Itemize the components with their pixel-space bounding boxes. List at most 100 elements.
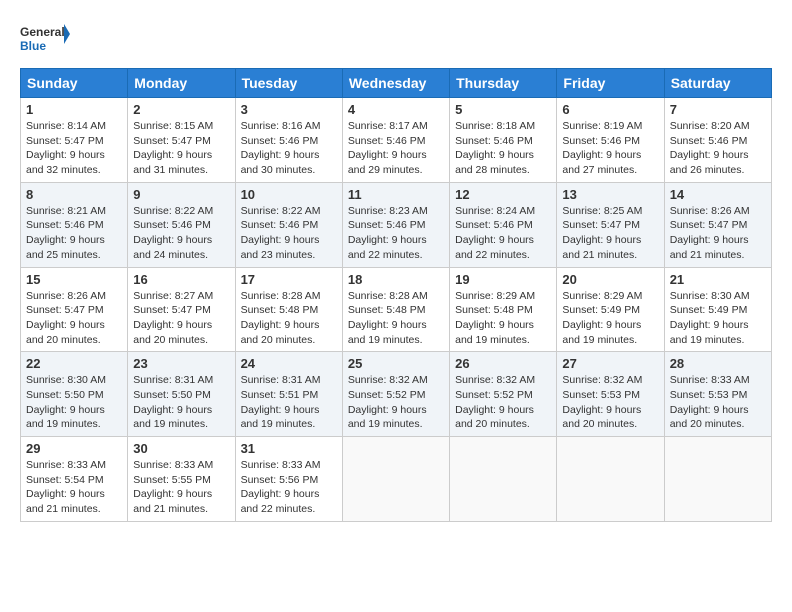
page-wrapper: General Blue SundayMondayTuesdayWednesda… bbox=[20, 20, 772, 522]
day-info: Sunrise: 8:20 AM Sunset: 5:46 PM Dayligh… bbox=[670, 119, 766, 178]
day-number: 19 bbox=[455, 272, 551, 287]
calendar-cell: 24Sunrise: 8:31 AM Sunset: 5:51 PM Dayli… bbox=[235, 352, 342, 437]
calendar-week-1: 1 Sunrise: 8:14 AM Sunset: 5:47 PM Daylig… bbox=[21, 98, 772, 183]
day-info: Sunrise: 8:27 AM Sunset: 5:47 PM Dayligh… bbox=[133, 289, 229, 348]
day-info: Sunrise: 8:28 AM Sunset: 5:48 PM Dayligh… bbox=[241, 289, 337, 348]
day-number: 30 bbox=[133, 441, 229, 456]
calendar-cell: 18 Sunrise: 8:28 AM Sunset: 5:48 PM Dayli… bbox=[342, 267, 449, 352]
day-info: Sunrise: 8:25 AM Sunset: 5:47 PM Dayligh… bbox=[562, 204, 658, 263]
calendar-week-3: 15 Sunrise: 8:26 AM Sunset: 5:47 PM Dayli… bbox=[21, 267, 772, 352]
calendar-week-5: 29 Sunrise: 8:33 AM Sunset: 5:54 PM Dayli… bbox=[21, 437, 772, 522]
svg-text:General: General bbox=[20, 25, 65, 39]
calendar-cell: 10 Sunrise: 8:22 AM Sunset: 5:46 PM Dayli… bbox=[235, 182, 342, 267]
calendar-cell: 27 Sunrise: 8:32 AM Sunset: 5:53 PM Dayli… bbox=[557, 352, 664, 437]
day-info: Sunrise: 8:19 AM Sunset: 5:46 PM Dayligh… bbox=[562, 119, 658, 178]
day-number: 4 bbox=[348, 102, 444, 117]
day-info: Sunrise: 8:32 AM Sunset: 5:52 PM Dayligh… bbox=[348, 373, 444, 432]
calendar-cell bbox=[557, 437, 664, 522]
day-info: Sunrise: 8:16 AM Sunset: 5:46 PM Dayligh… bbox=[241, 119, 337, 178]
calendar-week-4: 22 Sunrise: 8:30 AM Sunset: 5:50 PM Dayli… bbox=[21, 352, 772, 437]
svg-text:Blue: Blue bbox=[20, 39, 46, 53]
day-number: 11 bbox=[348, 187, 444, 202]
calendar-cell: 22 Sunrise: 8:30 AM Sunset: 5:50 PM Dayli… bbox=[21, 352, 128, 437]
calendar-cell: 30 Sunrise: 8:33 AM Sunset: 5:55 PM Dayli… bbox=[128, 437, 235, 522]
day-number: 27 bbox=[562, 356, 658, 371]
day-number: 22 bbox=[26, 356, 122, 371]
calendar-cell: 6 Sunrise: 8:19 AM Sunset: 5:46 PM Daylig… bbox=[557, 98, 664, 183]
day-number: 5 bbox=[455, 102, 551, 117]
day-info: Sunrise: 8:26 AM Sunset: 5:47 PM Dayligh… bbox=[670, 204, 766, 263]
day-info: Sunrise: 8:21 AM Sunset: 5:46 PM Dayligh… bbox=[26, 204, 122, 263]
day-number: 18 bbox=[348, 272, 444, 287]
calendar-cell: 5 Sunrise: 8:18 AM Sunset: 5:46 PM Daylig… bbox=[450, 98, 557, 183]
day-number: 24 bbox=[241, 356, 337, 371]
calendar-cell: 4 Sunrise: 8:17 AM Sunset: 5:46 PM Daylig… bbox=[342, 98, 449, 183]
day-number: 26 bbox=[455, 356, 551, 371]
day-number: 10 bbox=[241, 187, 337, 202]
day-number: 9 bbox=[133, 187, 229, 202]
calendar-cell: 25Sunrise: 8:32 AM Sunset: 5:52 PM Dayli… bbox=[342, 352, 449, 437]
day-info: Sunrise: 8:18 AM Sunset: 5:46 PM Dayligh… bbox=[455, 119, 551, 178]
day-number: 21 bbox=[670, 272, 766, 287]
day-info: Sunrise: 8:31 AM Sunset: 5:50 PM Dayligh… bbox=[133, 373, 229, 432]
day-number: 29 bbox=[26, 441, 122, 456]
calendar-cell: 14 Sunrise: 8:26 AM Sunset: 5:47 PM Dayli… bbox=[664, 182, 771, 267]
calendar-cell: 3 Sunrise: 8:16 AM Sunset: 5:46 PM Daylig… bbox=[235, 98, 342, 183]
calendar-cell: 21 Sunrise: 8:30 AM Sunset: 5:49 PM Dayli… bbox=[664, 267, 771, 352]
weekday-header-tuesday: Tuesday bbox=[235, 69, 342, 98]
day-info: Sunrise: 8:33 AM Sunset: 5:54 PM Dayligh… bbox=[26, 458, 122, 517]
weekday-header-saturday: Saturday bbox=[664, 69, 771, 98]
day-number: 17 bbox=[241, 272, 337, 287]
day-number: 28 bbox=[670, 356, 766, 371]
day-info: Sunrise: 8:30 AM Sunset: 5:50 PM Dayligh… bbox=[26, 373, 122, 432]
day-info: Sunrise: 8:14 AM Sunset: 5:47 PM Dayligh… bbox=[26, 119, 122, 178]
day-info: Sunrise: 8:29 AM Sunset: 5:48 PM Dayligh… bbox=[455, 289, 551, 348]
calendar-cell: 13 Sunrise: 8:25 AM Sunset: 5:47 PM Dayli… bbox=[557, 182, 664, 267]
day-info: Sunrise: 8:33 AM Sunset: 5:56 PM Dayligh… bbox=[241, 458, 337, 517]
day-number: 6 bbox=[562, 102, 658, 117]
day-number: 8 bbox=[26, 187, 122, 202]
weekday-header-wednesday: Wednesday bbox=[342, 69, 449, 98]
calendar-cell: 1 Sunrise: 8:14 AM Sunset: 5:47 PM Daylig… bbox=[21, 98, 128, 183]
calendar-cell: 26 Sunrise: 8:32 AM Sunset: 5:52 PM Dayli… bbox=[450, 352, 557, 437]
calendar-cell bbox=[664, 437, 771, 522]
calendar-cell: 7 Sunrise: 8:20 AM Sunset: 5:46 PM Daylig… bbox=[664, 98, 771, 183]
header: General Blue bbox=[20, 20, 772, 60]
calendar-cell: 9 Sunrise: 8:22 AM Sunset: 5:46 PM Daylig… bbox=[128, 182, 235, 267]
day-info: Sunrise: 8:33 AM Sunset: 5:55 PM Dayligh… bbox=[133, 458, 229, 517]
calendar-cell: 2Sunrise: 8:15 AM Sunset: 5:47 PM Daylig… bbox=[128, 98, 235, 183]
calendar-cell: 28 Sunrise: 8:33 AM Sunset: 5:53 PM Dayli… bbox=[664, 352, 771, 437]
weekday-header-friday: Friday bbox=[557, 69, 664, 98]
calendar-cell: 12Sunrise: 8:24 AM Sunset: 5:46 PM Dayli… bbox=[450, 182, 557, 267]
day-info: Sunrise: 8:17 AM Sunset: 5:46 PM Dayligh… bbox=[348, 119, 444, 178]
weekday-header-thursday: Thursday bbox=[450, 69, 557, 98]
day-number: 7 bbox=[670, 102, 766, 117]
day-number: 15 bbox=[26, 272, 122, 287]
day-number: 12 bbox=[455, 187, 551, 202]
calendar: SundayMondayTuesdayWednesdayThursdayFrid… bbox=[20, 68, 772, 522]
calendar-week-2: 8 Sunrise: 8:21 AM Sunset: 5:46 PM Daylig… bbox=[21, 182, 772, 267]
day-number: 20 bbox=[562, 272, 658, 287]
day-info: Sunrise: 8:23 AM Sunset: 5:46 PM Dayligh… bbox=[348, 204, 444, 263]
day-info: Sunrise: 8:33 AM Sunset: 5:53 PM Dayligh… bbox=[670, 373, 766, 432]
day-info: Sunrise: 8:28 AM Sunset: 5:48 PM Dayligh… bbox=[348, 289, 444, 348]
calendar-cell: 19 Sunrise: 8:29 AM Sunset: 5:48 PM Dayli… bbox=[450, 267, 557, 352]
day-info: Sunrise: 8:26 AM Sunset: 5:47 PM Dayligh… bbox=[26, 289, 122, 348]
logo: General Blue bbox=[20, 20, 70, 60]
day-number: 3 bbox=[241, 102, 337, 117]
calendar-cell: 31 Sunrise: 8:33 AM Sunset: 5:56 PM Dayli… bbox=[235, 437, 342, 522]
day-info: Sunrise: 8:32 AM Sunset: 5:52 PM Dayligh… bbox=[455, 373, 551, 432]
weekday-header-monday: Monday bbox=[128, 69, 235, 98]
day-info: Sunrise: 8:22 AM Sunset: 5:46 PM Dayligh… bbox=[133, 204, 229, 263]
day-number: 16 bbox=[133, 272, 229, 287]
weekday-header-sunday: Sunday bbox=[21, 69, 128, 98]
day-number: 1 bbox=[26, 102, 122, 117]
day-info: Sunrise: 8:22 AM Sunset: 5:46 PM Dayligh… bbox=[241, 204, 337, 263]
day-info: Sunrise: 8:30 AM Sunset: 5:49 PM Dayligh… bbox=[670, 289, 766, 348]
calendar-cell: 11 Sunrise: 8:23 AM Sunset: 5:46 PM Dayli… bbox=[342, 182, 449, 267]
day-number: 31 bbox=[241, 441, 337, 456]
calendar-cell bbox=[450, 437, 557, 522]
day-info: Sunrise: 8:32 AM Sunset: 5:53 PM Dayligh… bbox=[562, 373, 658, 432]
day-number: 14 bbox=[670, 187, 766, 202]
day-number: 13 bbox=[562, 187, 658, 202]
